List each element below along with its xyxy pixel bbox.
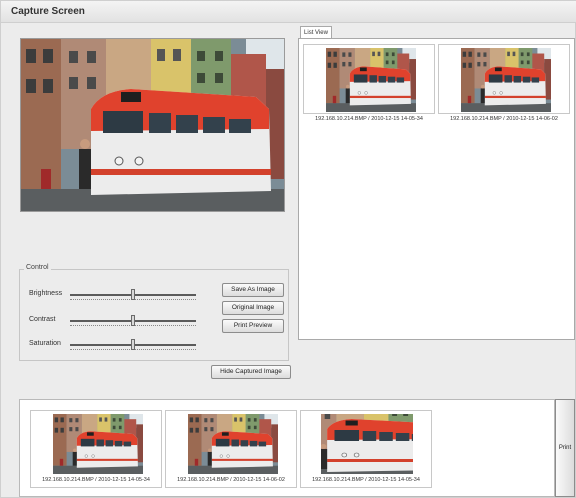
- list-item[interactable]: 192.168.10.214.BMP / 2010-12-15 14-05-34: [30, 410, 162, 488]
- list-view-panel: 192.168.10.214.BMP / 2010-12-15 14-05-34…: [298, 38, 575, 340]
- window-title: Capture Screen: [11, 6, 85, 17]
- print-preview-button[interactable]: Print Preview: [222, 319, 284, 333]
- saturation-slider-row: Saturation: [20, 336, 290, 352]
- brightness-label: Brightness: [29, 290, 63, 297]
- captured-image-preview: [20, 38, 285, 212]
- saturation-thumb[interactable]: [131, 339, 135, 350]
- list-item[interactable]: 192.168.10.214.BMP / 2010-12-15 14-06-02: [165, 410, 297, 488]
- contrast-thumb[interactable]: [131, 315, 135, 326]
- list-item[interactable]: [438, 44, 570, 114]
- control-group: Control Brightness Contrast Saturation S…: [19, 264, 290, 361]
- thumbnail-image: [326, 48, 416, 112]
- title-bar: Capture Screen: [1, 1, 576, 23]
- thumbnail-caption: 192.168.10.214.BMP / 2010-12-15 14-05-34: [312, 477, 420, 483]
- hide-captured-image-button[interactable]: Hide Captured Image: [211, 365, 291, 379]
- thumbnail-caption: 192.168.10.214.BMP / 2010-12-15 14-06-02: [450, 116, 558, 122]
- list-item[interactable]: 192.168.10.214.BMP / 2010-12-15 14-05-34: [300, 410, 432, 488]
- thumbnail-caption: 192.168.10.214.BMP / 2010-12-15 14-06-02: [177, 477, 285, 483]
- brightness-thumb[interactable]: [131, 289, 135, 300]
- thumbnail-image: [188, 414, 278, 474]
- original-image-button[interactable]: Original Image: [222, 301, 284, 315]
- saturation-label: Saturation: [29, 340, 61, 347]
- save-as-image-button[interactable]: Save As Image: [222, 283, 284, 297]
- control-legend: Control: [24, 264, 51, 271]
- contrast-label: Contrast: [29, 316, 56, 323]
- print-button[interactable]: Print: [555, 399, 575, 497]
- thumbnail-caption: 192.168.10.214.BMP / 2010-12-15 14-05-34: [315, 116, 423, 122]
- captured-image: [21, 39, 284, 211]
- thumbnail-caption: 192.168.10.214.BMP / 2010-12-15 14-05-34: [42, 477, 150, 483]
- thumbnail-image: [461, 48, 551, 112]
- captured-images-strip: 192.168.10.214.BMP / 2010-12-15 14-05-34…: [19, 399, 555, 497]
- thumbnail-image: [53, 414, 143, 474]
- list-item[interactable]: [303, 44, 435, 114]
- thumbnail-image: [321, 414, 413, 474]
- capture-screen-window: Capture Screen Control Brightness Contra…: [0, 0, 576, 498]
